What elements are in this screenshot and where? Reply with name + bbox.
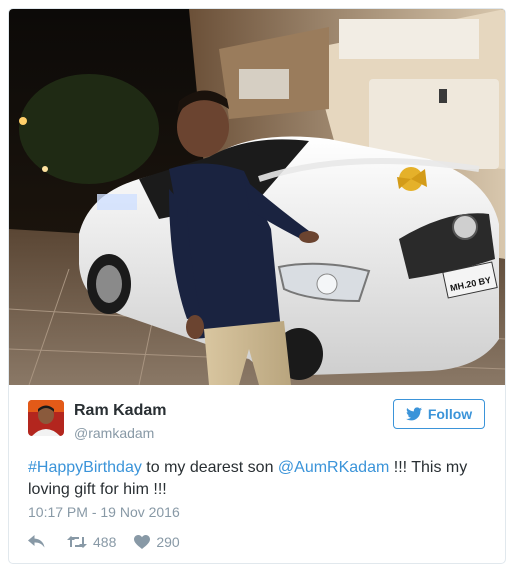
- follow-button[interactable]: Follow: [393, 399, 485, 429]
- tweet-card: MH.20 BY Ram Kadam @ramkadam Follow #Hap…: [8, 8, 506, 564]
- mention-link[interactable]: @AumRKadam: [278, 459, 389, 476]
- tweet-text: #HappyBirthday to my dearest son @AumRKa…: [28, 457, 488, 501]
- author-handle[interactable]: @ramkadam: [74, 425, 154, 441]
- author-name[interactable]: Ram Kadam: [74, 402, 166, 420]
- tweet-text-part1: to my dearest son: [141, 459, 278, 476]
- retweet-button[interactable]: 488: [67, 534, 116, 550]
- heart-icon: [134, 535, 151, 549]
- tweet-photo[interactable]: MH.20 BY: [9, 9, 505, 385]
- follow-label: Follow: [427, 406, 473, 422]
- author-avatar[interactable]: [28, 400, 64, 436]
- like-button[interactable]: 290: [134, 534, 180, 550]
- retweet-count: 488: [93, 534, 117, 550]
- tweet-timestamp[interactable]: 10:17 PM - 19 Nov 2016: [28, 504, 180, 520]
- tweet-actions: 488 290: [28, 533, 180, 551]
- twitter-bird-icon: [405, 407, 422, 421]
- hashtag-link[interactable]: #HappyBirthday: [28, 459, 142, 476]
- reply-icon: [28, 535, 45, 548]
- like-count: 290: [156, 534, 180, 550]
- reply-button[interactable]: [28, 535, 45, 549]
- retweet-icon: [67, 536, 87, 548]
